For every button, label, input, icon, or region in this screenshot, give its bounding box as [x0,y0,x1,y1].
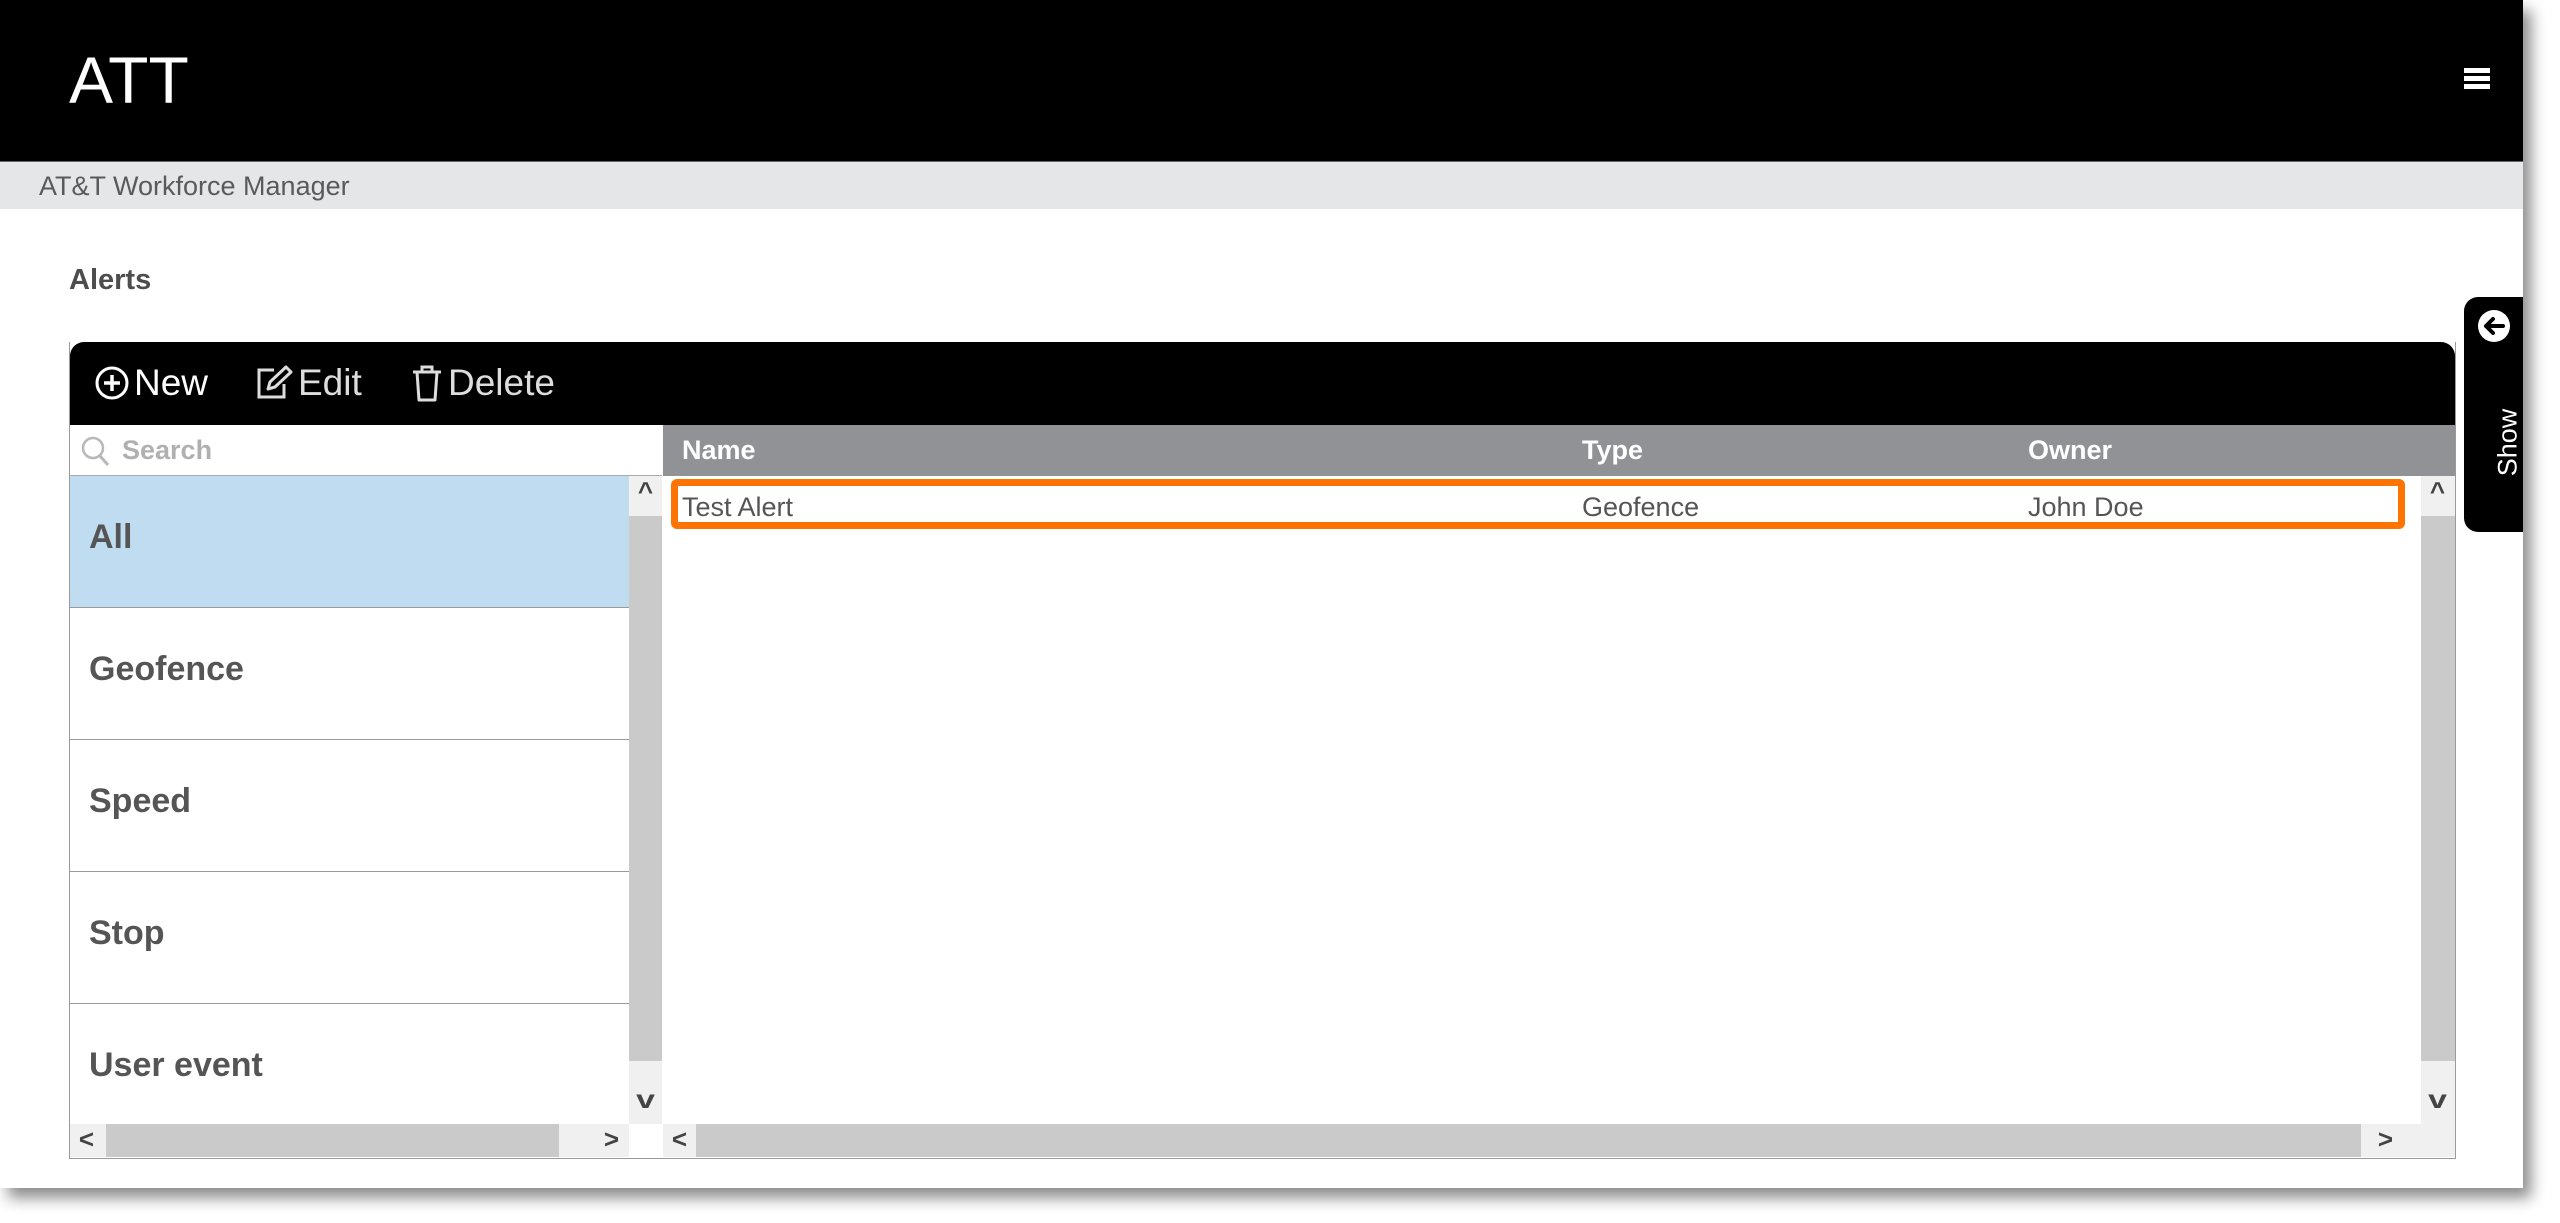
category-item-all[interactable]: All [70,476,629,608]
table-horizontal-scrollbar[interactable]: < > [663,1124,2455,1157]
category-item-user-event[interactable]: User event [70,1004,629,1124]
plus-circle-icon [95,366,129,400]
brand-logo: ATT [69,43,189,117]
cell-type: Geofence [1582,492,1700,522]
category-label: User event [89,1046,263,1084]
category-label: Stop [89,914,165,952]
top-bar: ATT [0,0,2523,161]
cell-owner: John Doe [2028,492,2144,522]
scroll-up-icon[interactable]: ^ [629,476,662,507]
scroll-left-icon[interactable]: < [663,1124,696,1155]
table-header: Name Type Owner [663,425,2455,476]
show-label: Show [2492,408,2523,477]
new-button[interactable]: New [94,360,208,406]
scrollbar-thumb[interactable] [2421,516,2455,1061]
alerts-table-body: Test Alert Geofence John Doe [663,476,2421,1124]
scroll-down-icon[interactable]: v [624,1084,667,1115]
scroll-right-icon[interactable]: > [2369,1124,2402,1155]
app-subtitle-bar: AT&T Workforce Manager [0,161,2523,209]
hamburger-icon[interactable] [2464,68,2490,90]
edit-button[interactable]: Edit [254,360,362,406]
scrollbar-thumb[interactable] [106,1124,559,1157]
scroll-up-icon[interactable]: ^ [2421,476,2454,507]
alerts-panel: New Edit Delete All Geofence Speed Stop … [69,342,2456,1159]
category-item-geofence[interactable]: Geofence [70,608,629,740]
column-header-type[interactable]: Type [1582,435,1643,466]
trash-icon [413,365,441,402]
delete-label: Delete [448,362,555,403]
table-vertical-scrollbar[interactable]: ^ v [2421,476,2455,1124]
scrollbar-thumb[interactable] [629,516,662,1061]
category-label: Speed [89,782,192,820]
page-title: Alerts [69,264,152,296]
column-header-owner[interactable]: Owner [2028,435,2112,466]
scrollbar-thumb[interactable] [696,1124,2361,1157]
scroll-right-icon[interactable]: > [595,1124,628,1155]
category-list: All Geofence Speed Stop User event [70,476,629,1124]
column-header-name[interactable]: Name [682,435,756,466]
category-item-speed[interactable]: Speed [70,740,629,872]
search-icon [81,436,110,466]
delete-button[interactable]: Delete [410,360,555,406]
category-horizontal-scrollbar[interactable]: < > [70,1124,629,1157]
category-label: All [89,518,133,556]
new-label: New [134,362,209,403]
edit-icon [257,365,293,399]
category-vertical-scrollbar[interactable]: ^ v [629,476,662,1124]
search-box [70,425,662,476]
edit-label: Edit [298,362,362,403]
cell-name: Test Alert [682,492,794,522]
app-subtitle: AT&T Workforce Manager [39,171,350,201]
search-input[interactable] [120,431,644,469]
table-row[interactable]: Test Alert Geofence John Doe [671,479,2405,529]
scroll-down-icon[interactable]: v [2416,1084,2459,1115]
app-window: ATT AT&T Workforce Manager Alerts New Ed… [0,0,2523,1188]
arrow-left-circle-icon [2478,310,2510,342]
toolbar: New Edit Delete [70,342,2455,425]
scroll-left-icon[interactable]: < [70,1124,103,1155]
category-item-stop[interactable]: Stop [70,872,629,1004]
category-label: Geofence [89,650,244,688]
show-panel-tab[interactable]: Show [2464,297,2523,532]
